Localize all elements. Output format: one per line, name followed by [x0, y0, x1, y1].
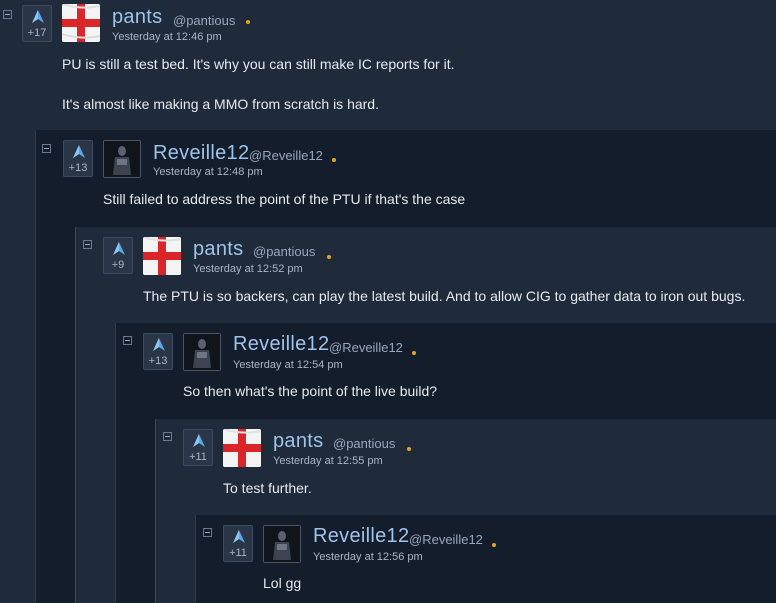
upvote-arrow-icon	[32, 10, 44, 23]
user-handle[interactable]: @Reveille12	[329, 340, 403, 355]
collapse-toggle[interactable]	[42, 144, 51, 153]
comment-body-line: To test further.	[223, 480, 312, 496]
timestamp[interactable]: Yesterday at 12:48 pm	[153, 166, 263, 178]
comment-body-line: The PTU is so backers, can play the late…	[143, 288, 746, 304]
online-status-dot	[407, 447, 411, 451]
collapse-toggle[interactable]	[203, 528, 212, 537]
timestamp[interactable]: Yesterday at 12:55 pm	[273, 455, 383, 467]
england-flag-avatar[interactable]	[62, 4, 100, 42]
online-status-dot	[492, 543, 496, 547]
upvote-button[interactable]: +13	[143, 333, 173, 370]
online-status-dot	[246, 20, 250, 24]
soldier-avatar[interactable]	[183, 333, 221, 371]
timestamp[interactable]: Yesterday at 12:56 pm	[313, 551, 423, 563]
online-status-dot	[332, 158, 336, 162]
timestamp[interactable]: Yesterday at 12:52 pm	[193, 263, 303, 275]
upvote-arrow-icon	[73, 145, 85, 158]
vote-score: +13	[68, 162, 88, 174]
timestamp[interactable]: Yesterday at 12:46 pm	[112, 31, 222, 43]
username-link[interactable]: Reveille12	[153, 142, 249, 165]
username-link[interactable]: Reveille12	[313, 525, 409, 548]
upvote-arrow-icon	[233, 530, 245, 543]
user-handle[interactable]: @pantious	[333, 436, 395, 451]
england-flag-avatar[interactable]	[143, 237, 181, 275]
online-status-dot	[327, 255, 331, 259]
upvote-button[interactable]: +13	[63, 140, 93, 177]
soldier-avatar[interactable]	[103, 140, 141, 178]
upvote-button[interactable]: +17	[22, 5, 52, 42]
comment-body-line: Still failed to address the point of the…	[103, 191, 466, 207]
soldier-avatar[interactable]	[263, 525, 301, 563]
username-link[interactable]: pants	[193, 238, 243, 261]
collapse-toggle[interactable]	[3, 10, 12, 19]
upvote-arrow-icon	[193, 434, 205, 447]
username-link[interactable]: pants	[273, 430, 323, 453]
user-handle[interactable]: @Reveille12	[249, 148, 323, 163]
vote-score: +17	[27, 27, 47, 39]
collapse-toggle[interactable]	[163, 432, 172, 441]
user-handle[interactable]: @Reveille12	[409, 532, 483, 547]
upvote-button[interactable]: +11	[183, 429, 213, 466]
online-status-dot	[412, 351, 416, 355]
user-handle[interactable]: @pantious	[253, 244, 315, 259]
timestamp[interactable]: Yesterday at 12:54 pm	[233, 359, 343, 371]
comment: +11 Reveille12 @Reveille12 Yesterday at …	[196, 515, 776, 603]
vote-score: +11	[189, 451, 207, 463]
upvote-button[interactable]: +9	[103, 237, 133, 274]
upvote-button[interactable]: +11	[223, 525, 253, 562]
vote-score: +11	[229, 547, 247, 559]
comment-body-line: So then what's the point of the live bui…	[183, 383, 438, 399]
vote-score: +9	[111, 259, 125, 271]
comment-body-line: PU is still a test bed. It's why you can…	[62, 56, 455, 72]
vote-score: +13	[148, 355, 168, 367]
username-link[interactable]: Reveille12	[233, 333, 329, 356]
username-link[interactable]: pants	[112, 6, 162, 29]
collapse-toggle[interactable]	[123, 336, 132, 345]
comment-body-line: Lol gg	[263, 575, 302, 591]
reply-thread: +11 Reveille12 @Reveille12 Yesterday at …	[195, 515, 776, 603]
england-flag-avatar[interactable]	[223, 429, 261, 467]
upvote-arrow-icon	[153, 338, 165, 351]
user-handle[interactable]: @pantious	[173, 13, 235, 28]
comment-body-line: It's almost like making a MMO from scrat…	[62, 96, 379, 112]
collapse-toggle[interactable]	[83, 240, 92, 249]
upvote-arrow-icon	[113, 242, 125, 255]
